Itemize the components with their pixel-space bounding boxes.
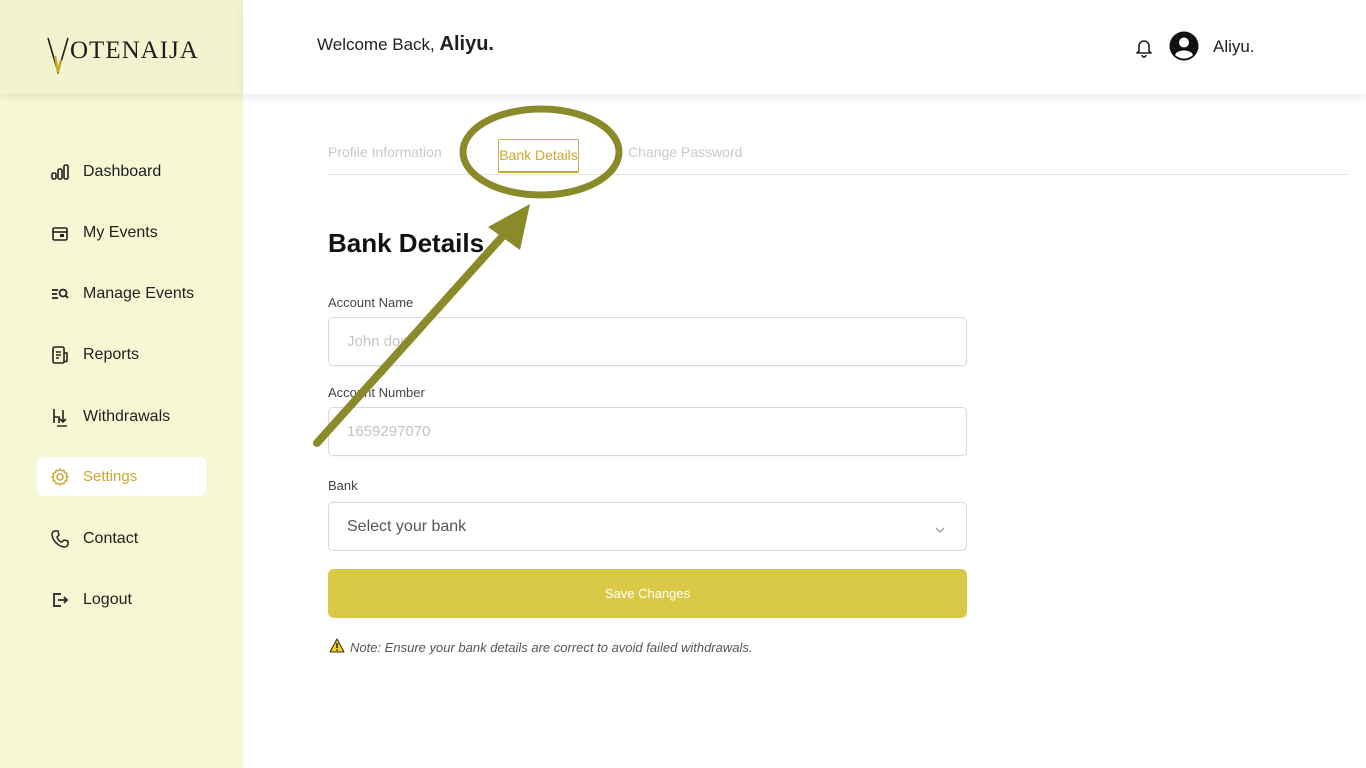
bank-select-value: Select your bank [347, 518, 467, 535]
account-number-label: Account Number [328, 385, 425, 400]
logo-area: OTENAIJA [0, 0, 243, 94]
sidebar-item-reports[interactable]: Reports [37, 335, 206, 374]
gear-icon [50, 467, 70, 487]
list-search-icon [50, 284, 70, 304]
sidebar-item-label: Dashboard [83, 162, 162, 180]
bell-icon[interactable] [1133, 36, 1155, 63]
withdraw-icon [50, 407, 70, 427]
sidebar-item-withdrawals[interactable]: Withdrawals [37, 397, 206, 436]
welcome-text: Welcome Back, [317, 35, 435, 54]
tab-change-password[interactable]: Change Password [628, 144, 742, 160]
warning-icon [329, 638, 345, 656]
account-name-input[interactable] [328, 317, 967, 366]
tab-profile-information[interactable]: Profile Information [328, 144, 442, 160]
sidebar-item-label: Withdrawals [83, 407, 171, 425]
sidebar-item-label: Logout [83, 590, 132, 608]
calendar-icon [50, 223, 70, 243]
app-root: OTENAIJA Dashboard My Events Manage Even… [0, 0, 1366, 768]
tab-bank-details[interactable]: Bank Details [498, 139, 579, 173]
report-icon [50, 345, 70, 365]
bank-note-text: Note: Ensure your bank details are corre… [350, 639, 753, 655]
sidebar: OTENAIJA Dashboard My Events Manage Even… [0, 0, 243, 768]
account-name-label: Account Name [328, 295, 414, 310]
sidebar-item-contact[interactable]: Contact [37, 519, 206, 558]
chevron-down-icon [934, 522, 946, 540]
sidebar-item-label: Reports [83, 345, 140, 363]
logo-text: OTENAIJA [70, 37, 199, 64]
bar-chart-icon [50, 162, 70, 182]
annotation-arrowhead [488, 204, 530, 250]
settings-tabs: Profile Information Bank Details Change … [328, 139, 1348, 175]
sidebar-item-label: Contact [83, 529, 139, 547]
logout-icon [50, 590, 70, 610]
brand-logo[interactable]: OTENAIJA [47, 34, 199, 75]
save-changes-button[interactable]: Save Changes [328, 569, 967, 618]
sidebar-item-label: Manage Events [83, 284, 195, 302]
bank-select[interactable]: Select your bank [328, 502, 967, 551]
header-user-name[interactable]: Aliyu. [1213, 37, 1255, 57]
page-title: Bank Details [328, 228, 485, 258]
sidebar-item-logout[interactable]: Logout [37, 580, 206, 619]
account-number-input[interactable] [328, 407, 967, 456]
sidebar-item-dashboard[interactable]: Dashboard [37, 152, 206, 191]
avatar[interactable] [1169, 31, 1199, 66]
welcome-user-name: Aliyu. [439, 33, 494, 55]
bank-label: Bank [328, 478, 358, 493]
logo-v-mark [47, 34, 69, 75]
sidebar-item-settings[interactable]: Settings [37, 457, 206, 496]
sidebar-item-my-events[interactable]: My Events [37, 213, 206, 252]
welcome-message: Welcome Back, Aliyu. [317, 33, 494, 56]
top-header: Welcome Back, Aliyu. Aliyu. [243, 0, 1366, 94]
sidebar-item-label: My Events [83, 223, 158, 241]
sidebar-item-label: Settings [83, 468, 138, 485]
sidebar-item-manage-events[interactable]: Manage Events [37, 274, 206, 313]
phone-icon [50, 529, 70, 549]
bank-note: Note: Ensure your bank details are corre… [329, 638, 752, 656]
